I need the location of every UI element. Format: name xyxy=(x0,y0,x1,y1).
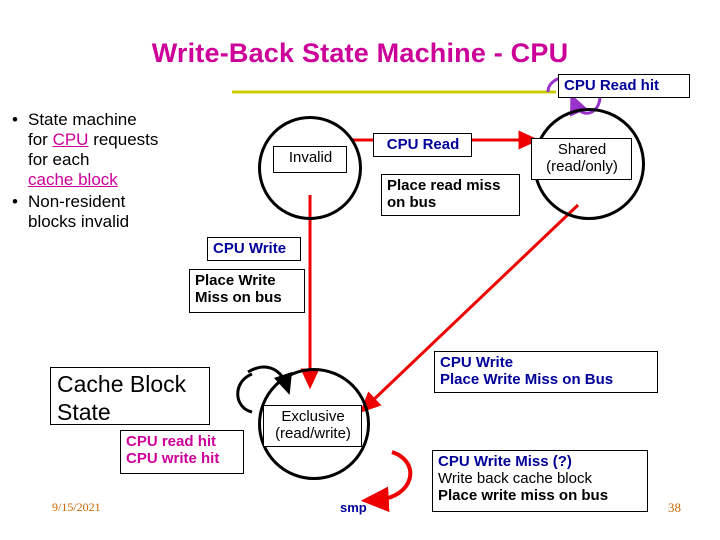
bullet-text: blocks invalid xyxy=(28,212,130,231)
label-cache-block-state: Cache Block State xyxy=(50,367,210,425)
bullet-list: • State machine for CPU requests for eac… xyxy=(8,110,258,234)
bullet-line: State machine xyxy=(28,110,258,130)
footer-date: 9/15/2021 xyxy=(52,500,101,514)
bullet-line: for CPU requests xyxy=(28,130,258,150)
state-label-shared-line2: (read/only) xyxy=(546,158,618,175)
bullet-line: blocks invalid xyxy=(28,212,258,232)
bullet-line: for each xyxy=(28,150,258,170)
state-label-exclusive-line1: Exclusive xyxy=(281,408,345,425)
footer-label: smp xyxy=(340,500,367,515)
label-cache-block-state-line2: State xyxy=(57,399,111,425)
state-label-invalid: Invalid xyxy=(273,146,347,173)
list-item: • State machine for CPU requests for eac… xyxy=(8,110,258,190)
label-cpu-write-miss-line1: CPU Write Miss (?) xyxy=(438,453,572,470)
label-cpu-read-hit: CPU Read hit xyxy=(558,74,690,98)
label-cpu-write-miss: CPU Write Miss (?) Write back cache bloc… xyxy=(432,450,648,512)
label-place-write-miss: Place Write Miss on bus xyxy=(189,269,305,313)
page-title: Write-Back State Machine - CPU xyxy=(151,38,569,68)
label-cpu-hit-selfloop: CPU read hit CPU write hit xyxy=(120,430,244,474)
bullet-text: for xyxy=(28,130,53,149)
bullet-text: requests xyxy=(88,130,159,149)
label-cpu-write-miss-line3: Place write miss on bus xyxy=(438,487,609,504)
label-cpu-write-right-line2: Place Write Miss on Bus xyxy=(440,371,614,388)
bullet-text: Non-resident xyxy=(28,192,126,211)
label-place-write-miss-line1: Place Write xyxy=(195,272,276,289)
label-place-read-miss-line1: Place read miss xyxy=(387,177,501,194)
label-place-read-miss: Place read miss on bus xyxy=(381,174,520,216)
bullet-text-emphasis: cache block xyxy=(28,170,118,189)
label-cpu-read: CPU Read xyxy=(373,133,472,157)
state-label-exclusive: Exclusive (read/write) xyxy=(263,405,362,447)
bullet-line: Non-resident xyxy=(28,192,258,212)
bullet-text-emphasis: CPU xyxy=(52,130,89,149)
bullet-marker: • xyxy=(12,110,18,129)
bullet-marker: • xyxy=(12,192,18,211)
label-cpu-write-right-line1: CPU Write xyxy=(440,354,514,371)
label-cache-block-state-line1: Cache Block xyxy=(57,371,187,397)
label-place-read-miss-line2: on bus xyxy=(387,194,437,211)
label-cpu-write: CPU Write xyxy=(207,237,301,261)
bullet-line: cache block xyxy=(28,170,258,190)
label-cpu-read-hit-small: CPU read hit xyxy=(126,433,217,450)
bullet-text: State machine xyxy=(28,110,137,129)
state-label-shared: Shared (read/only) xyxy=(531,138,632,180)
bullet-text: for each xyxy=(28,150,90,169)
slide-canvas: Write-Back State Machine - CPU • State m… xyxy=(0,0,720,540)
label-cpu-write-hit-small: CPU write hit xyxy=(126,450,220,467)
label-cpu-write-right: CPU Write Place Write Miss on Bus xyxy=(434,351,658,393)
state-label-exclusive-line2: (read/write) xyxy=(275,425,351,442)
list-item: • Non-resident blocks invalid xyxy=(8,192,258,232)
label-place-write-miss-line2: Miss on bus xyxy=(195,289,282,306)
footer-page-number: 38 xyxy=(668,500,681,515)
label-cpu-write-miss-line2: Write back cache block xyxy=(438,470,592,487)
state-label-shared-line1: Shared xyxy=(557,141,607,158)
